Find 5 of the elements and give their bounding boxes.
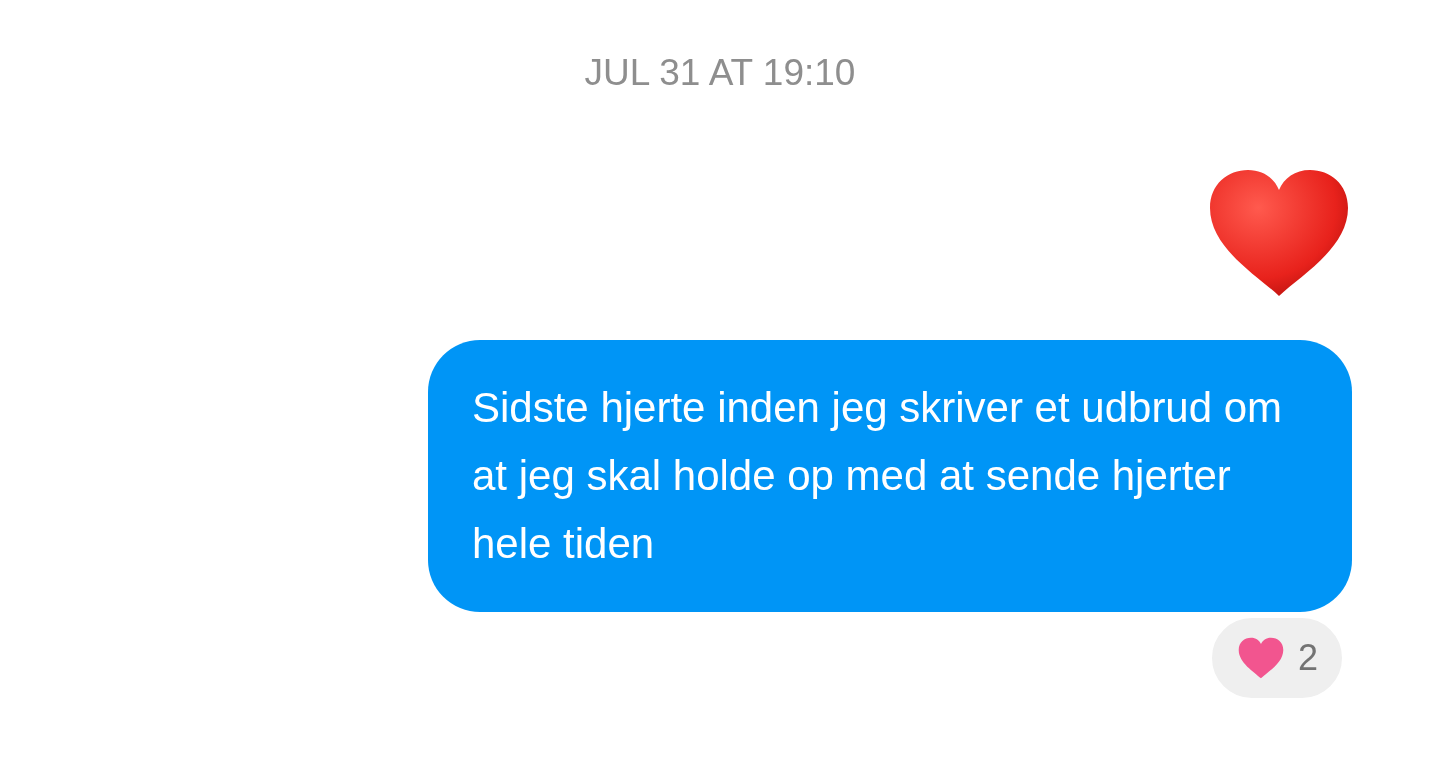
message-text: Sidste hjerte inden jeg skriver et udbrud om at jeg skal holde op med at sende hjerter hele tiden xyxy=(472,383,1284,569)
reaction-count: 2 xyxy=(1297,636,1318,680)
timestamp: JUL 31 AT 19:10 xyxy=(584,51,856,95)
heart-icon xyxy=(1237,637,1284,679)
heart-icon xyxy=(1208,168,1350,298)
